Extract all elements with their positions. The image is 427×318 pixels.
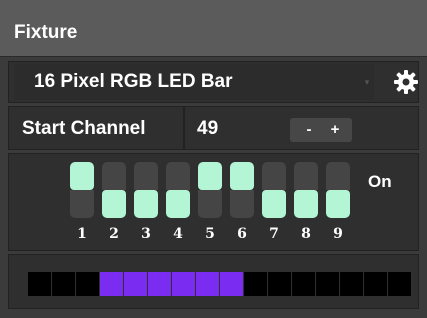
channel-toggle-2[interactable] (102, 162, 126, 218)
pixel-cell-12 (292, 272, 315, 296)
pixel-preview (28, 272, 412, 296)
channel-toggle-1[interactable] (70, 162, 94, 218)
gear-icon[interactable] (393, 69, 419, 95)
toggle-off-segment (326, 162, 350, 190)
increment-button[interactable]: + (324, 120, 346, 140)
pixel-cell-14 (340, 272, 363, 296)
toggle-off-segment (134, 162, 158, 190)
pixel-cell-6 (148, 272, 171, 296)
fixture-panel: Fixture 16 Pixel RGB LED Bar ▾ Start Cha… (0, 0, 427, 318)
pixel-cell-3 (76, 272, 99, 296)
channel-number-label: 3 (141, 226, 151, 242)
toggle-off-segment (70, 190, 94, 218)
start-channel-divider (183, 106, 185, 150)
panel-header: Fixture (0, 0, 427, 57)
channel-toggle-4[interactable] (166, 162, 190, 218)
toggle-off-segment (166, 162, 190, 190)
channel-toggle-6[interactable] (230, 162, 254, 218)
channel-number-label: 6 (237, 226, 247, 242)
channel-toggle-8[interactable] (294, 162, 318, 218)
channel-number-label: 4 (173, 226, 183, 242)
fixture-type-value: 16 Pixel RGB LED Bar (34, 71, 233, 92)
pixel-cell-2 (52, 272, 75, 296)
channel-toggle-5[interactable] (198, 162, 222, 218)
channel-toggle-7[interactable] (262, 162, 286, 218)
pixel-cell-11 (268, 272, 291, 296)
toggle-on-segment (294, 190, 318, 218)
toggle-off-segment (262, 162, 286, 190)
panel-title: Fixture (14, 22, 78, 43)
toggle-on-segment (262, 190, 286, 218)
toggle-on-segment (70, 162, 94, 190)
decrement-button[interactable]: - (298, 120, 320, 140)
pixel-cell-15 (364, 272, 387, 296)
toggle-on-segment (326, 190, 350, 218)
toggle-off-segment (230, 190, 254, 218)
pixel-cell-5 (124, 272, 147, 296)
channel-number-label: 8 (301, 226, 311, 242)
toggle-off-segment (198, 190, 222, 218)
pixel-cell-4 (100, 272, 123, 296)
pixel-cell-1 (28, 272, 51, 296)
fixture-type-select[interactable]: 16 Pixel RGB LED Bar ▾ (14, 64, 374, 100)
start-channel-label: Start Channel (22, 118, 146, 139)
toggle-on-segment (134, 190, 158, 218)
toggle-on-segment (102, 190, 126, 218)
channel-toggles: 1 2 3 4 5 6 7 8 9 (70, 162, 370, 242)
pixel-cell-8 (196, 272, 219, 296)
toggle-on-segment (230, 162, 254, 190)
on-state-label: On (368, 172, 392, 191)
pixel-cell-10 (244, 272, 267, 296)
channel-toggle-9[interactable] (326, 162, 350, 218)
channel-number-label: 5 (205, 226, 215, 242)
toggle-off-segment (294, 162, 318, 190)
pixel-cell-7 (172, 272, 195, 296)
toggle-on-segment (166, 190, 190, 218)
pixel-cell-16 (388, 272, 411, 296)
pixel-cell-9 (220, 272, 243, 296)
chevron-down-icon: ▾ (364, 77, 370, 87)
channel-toggle-3[interactable] (134, 162, 158, 218)
start-channel-value[interactable]: 49 (197, 118, 218, 140)
channel-number-label: 9 (333, 226, 343, 242)
toggle-on-segment (198, 162, 222, 190)
channel-number-label: 2 (109, 226, 119, 242)
pixel-cell-13 (316, 272, 339, 296)
channel-number-label: 7 (269, 226, 279, 242)
start-channel-stepper: - + (290, 118, 352, 142)
toggle-off-segment (102, 162, 126, 190)
channel-number-label: 1 (77, 226, 87, 242)
